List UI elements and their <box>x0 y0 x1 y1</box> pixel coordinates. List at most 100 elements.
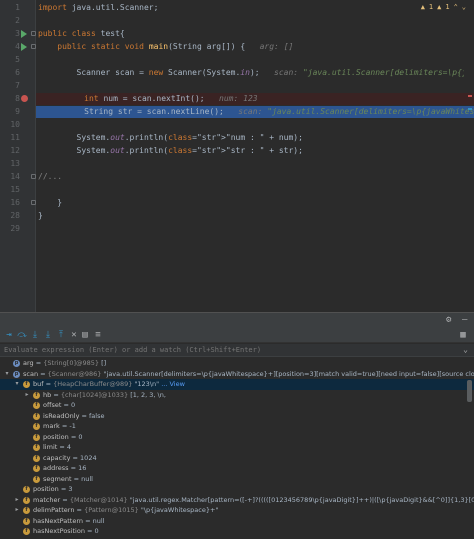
field-icon: f <box>33 475 40 483</box>
expand-icon[interactable]: ▸ <box>13 495 21 506</box>
variable-row-scan[interactable]: ▾ p scan = {Scanner@986} "java.util.Scanne… <box>0 369 474 380</box>
field-icon: f <box>23 381 30 388</box>
variable-text: limit = 4 <box>43 443 72 451</box>
fold-icon[interactable] <box>31 174 36 179</box>
variable-row-limit[interactable]: f limit = 4 <box>0 442 474 453</box>
variable-row-arg[interactable]: p arg = {String[0]@985} [] <box>0 358 474 369</box>
code-line[interactable]: System.out.println(class="str">"num : " … <box>38 132 464 144</box>
variable-row-position[interactable]: f position = 0 <box>0 432 474 443</box>
line-number: 5 <box>15 55 20 64</box>
line-number: 3 <box>15 29 20 38</box>
evaluate-expression-input[interactable] <box>4 344 444 357</box>
view-link[interactable]: ... View <box>159 380 185 388</box>
variable-text: position = 3 <box>33 485 73 493</box>
execution-line[interactable]: String str = scan.nextLine(); scan: "jav… <box>36 106 474 118</box>
variable-text: offset = 0 <box>43 401 76 409</box>
expand-icon[interactable]: ⌄ <box>463 345 468 354</box>
drop-frame-icon[interactable]: ✕ <box>69 330 79 340</box>
variable-text: mark = -1 <box>43 422 76 430</box>
collapse-icon[interactable]: ▾ <box>13 379 21 390</box>
variable-row-buf[interactable]: ▾ f buf = {HeapCharBuffer@989} "123\n" ...… <box>0 379 474 390</box>
variable-text: hasNextPosition = 0 <box>33 527 99 535</box>
code-line[interactable]: public static void main(String arg[]) { … <box>38 41 464 53</box>
step-out-icon[interactable]: ⤒ <box>56 330 66 340</box>
debug-toolbar: ⇥ ⤼ ⤓ ⤓ ⤒ ✕ ▤ ≡ ▦ <box>0 327 474 343</box>
code-line[interactable]: import java.util.Scanner; <box>38 2 464 14</box>
line-number: 28 <box>10 211 20 220</box>
code-editor[interactable]: 1 2 3 4 5 6 7 8 9 10 11 12 13 14 15 16 2… <box>0 0 474 312</box>
variable-row-hasnextposition[interactable]: f hasNextPosition = 0 <box>0 526 474 537</box>
variable-text: scan = {Scanner@986} "java.util.Scanner[… <box>23 369 474 378</box>
fold-icon[interactable] <box>31 31 36 36</box>
variable-row-capacity[interactable]: f capacity = 1024 <box>0 453 474 464</box>
line-number: 13 <box>10 159 20 168</box>
field-icon: f <box>23 517 30 525</box>
line-number: 2 <box>15 16 20 25</box>
variable-row-delimpattern[interactable]: ▸ f delimPattern = {Pattern@1015} "\p{java… <box>0 505 474 516</box>
code-line[interactable]: } <box>38 197 464 209</box>
breakpoint-icon[interactable] <box>21 95 28 102</box>
field-icon: f <box>33 433 40 441</box>
fold-icon[interactable] <box>31 200 36 205</box>
layout-icon[interactable]: ▦ <box>458 330 468 340</box>
step-over-icon[interactable]: ⤼ <box>17 330 27 340</box>
variable-row-mark[interactable]: f mark = -1 <box>0 421 474 432</box>
parameter-icon: p <box>13 370 20 378</box>
evaluate-icon[interactable]: ≡ <box>93 330 103 340</box>
line-number: 9 <box>15 107 20 116</box>
run-main-icon[interactable] <box>21 43 27 51</box>
variable-row-matcher[interactable]: ▸ f matcher = {Matcher@1014} "java.util.re… <box>0 495 474 506</box>
expand-icon[interactable]: ▸ <box>13 505 21 516</box>
run-class-icon[interactable] <box>21 30 27 38</box>
variables-tree[interactable]: p arg = {String[0]@985} [] ▾ p scan = {Scann… <box>0 358 474 539</box>
field-icon: f <box>33 465 40 472</box>
field-icon: f <box>33 402 40 409</box>
variables-scrollbar[interactable] <box>467 380 472 402</box>
variable-row-position[interactable]: f position = 3 <box>0 484 474 495</box>
variable-text: hasNextPattern = null <box>33 516 105 525</box>
field-icon: f <box>33 391 40 399</box>
variable-text: position = 0 <box>43 432 83 441</box>
minimize-icon[interactable]: — <box>462 315 467 325</box>
variable-row-hasnextpattern[interactable]: f hasNextPattern = null <box>0 516 474 527</box>
line-number: 15 <box>10 185 20 194</box>
breakpoint-line[interactable]: int num = scan.nextInt(); num: 123 <box>36 93 474 105</box>
line-number: 29 <box>10 224 20 233</box>
code-line[interactable]: System.out.println(class="str">"str : " … <box>38 145 464 157</box>
code-line[interactable]: public class test{ <box>38 28 464 40</box>
debug-panel: ⚙ — ⇥ ⤼ ⤓ ⤓ ⤒ ✕ ▤ ≡ ▦ ⌄ parg = {String[0… <box>0 312 474 539</box>
folded-region[interactable]: //... <box>38 171 464 183</box>
collapse-icon[interactable]: ▾ <box>3 369 11 380</box>
variable-text: isReadOnly = false <box>43 411 105 420</box>
variable-row-offset[interactable]: f offset = 0 <box>0 400 474 411</box>
variable-text: hb = {char[1024]@1033} [1, 2, 3, \n, <box>43 390 166 399</box>
code-line[interactable]: } <box>38 210 464 222</box>
variable-row-hb[interactable]: ▸ f hb = {char[1024]@1033} [1, 2, 3, \n, <box>0 390 474 401</box>
debug-header: ⚙ — <box>0 313 474 327</box>
line-number: 4 <box>15 42 20 51</box>
field-icon: f <box>33 444 40 451</box>
run-to-cursor-icon[interactable]: ▤ <box>80 330 90 340</box>
line-number: 7 <box>15 81 20 90</box>
variable-row-segment[interactable]: f segment = null <box>0 474 474 485</box>
variable-text: segment = null <box>43 474 93 483</box>
line-number: 16 <box>10 198 20 207</box>
fold-icon[interactable] <box>31 44 36 49</box>
breakpoint-marker[interactable] <box>468 95 472 97</box>
line-number: 1 <box>15 3 20 12</box>
show-execution-point-icon[interactable]: ⇥ <box>4 330 14 340</box>
line-number: 14 <box>10 172 20 181</box>
expand-icon[interactable]: ▸ <box>23 390 31 401</box>
gear-icon[interactable]: ⚙ <box>446 315 451 325</box>
variable-row-address[interactable]: f address = 16 <box>0 463 474 474</box>
field-icon: f <box>23 528 30 535</box>
field-icon: f <box>23 496 30 504</box>
step-into-icon[interactable]: ⤓ <box>30 330 40 340</box>
execution-marker[interactable] <box>468 108 472 110</box>
variable-row-isreadonly[interactable]: f isReadOnly = false <box>0 411 474 422</box>
field-icon: f <box>33 454 40 462</box>
evaluate-bar[interactable]: ⌄ <box>0 344 474 357</box>
code-line[interactable]: Scanner scan = new Scanner(System.in); s… <box>38 67 464 79</box>
force-step-into-icon[interactable]: ⤓ <box>43 330 53 340</box>
line-gutter[interactable]: 1 2 3 4 5 6 7 8 9 10 11 12 13 14 15 16 2… <box>0 0 36 312</box>
